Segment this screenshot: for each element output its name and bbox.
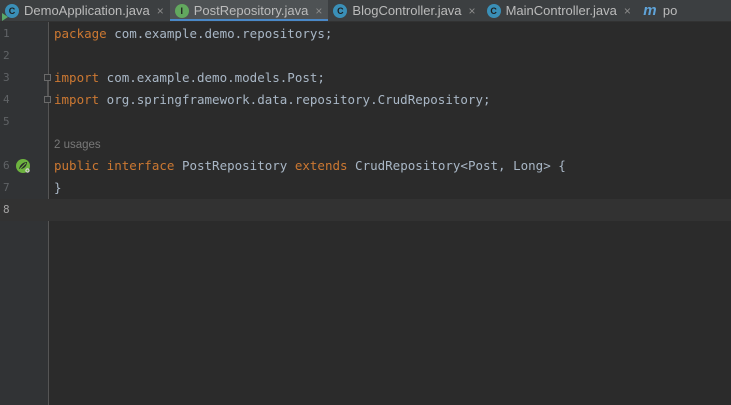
code-text: PostRepository <box>174 158 295 173</box>
code-text: com.example.demo.models.Post; <box>99 70 325 85</box>
tab-main-controller[interactable]: C MainController.java × <box>482 0 637 21</box>
close-icon[interactable]: × <box>469 4 476 18</box>
keyword: import <box>54 92 100 107</box>
run-badge-icon <box>2 12 8 21</box>
usages-inlay-hint[interactable]: 2 usages <box>54 134 101 156</box>
line-number: 1 <box>3 27 10 40</box>
code-line-package[interactable]: package com.example.demo.repositorys; <box>54 23 332 45</box>
java-interface-icon: I <box>174 3 189 18</box>
code-text: com.example.demo.repositorys; <box>106 26 333 41</box>
caret-row-highlight <box>0 199 731 221</box>
tab-post-repository[interactable]: I PostRepository.java × <box>169 0 329 21</box>
fold-marker-icon[interactable] <box>44 96 51 103</box>
keyword: public interface <box>54 158 175 173</box>
tab-label: MainController.java <box>505 3 617 18</box>
line-number: 2 <box>3 49 10 62</box>
editor-tab-bar: C DemoApplication.java × I PostRepositor… <box>0 0 731 22</box>
line-number: 5 <box>3 115 10 128</box>
fold-guide <box>47 81 48 96</box>
code-text: } <box>54 180 62 195</box>
code-line-interface-declaration[interactable]: public interface PostRepository extends … <box>54 155 566 177</box>
fold-marker-icon[interactable] <box>44 74 51 81</box>
tab-label: BlogController.java <box>352 3 462 18</box>
close-icon[interactable]: × <box>315 4 322 18</box>
code-text: org.springframework.data.repository.Crud… <box>99 92 491 107</box>
line-number: 4 <box>3 93 10 106</box>
tab-pom[interactable]: m po <box>637 0 683 21</box>
keyword: import <box>54 70 100 85</box>
line-number: 3 <box>3 71 10 84</box>
tab-demo-application[interactable]: C DemoApplication.java × <box>0 0 170 21</box>
java-class-icon: C <box>333 3 348 18</box>
line-number-current: 8 <box>3 203 10 216</box>
code-line-import[interactable]: import org.springframework.data.reposito… <box>54 89 491 111</box>
keyword: extends <box>294 158 348 173</box>
tab-label: DemoApplication.java <box>24 3 150 18</box>
code-line-closing-brace[interactable]: } <box>54 177 62 199</box>
tab-blog-controller[interactable]: C BlogController.java × <box>328 0 481 21</box>
keyword: package <box>54 26 107 41</box>
close-icon[interactable]: × <box>157 4 164 18</box>
spring-bean-icon[interactable] <box>15 158 31 174</box>
ide-window: C DemoApplication.java × I PostRepositor… <box>0 0 731 405</box>
tab-label: PostRepository.java <box>193 3 309 18</box>
java-class-icon: C <box>486 3 501 18</box>
code-line-import[interactable]: import com.example.demo.models.Post; <box>54 67 325 89</box>
java-class-run-icon: C <box>2 3 19 21</box>
code-text: CrudRepository<Post, Long> { <box>347 158 566 173</box>
line-number: 7 <box>3 181 10 194</box>
tab-label: po <box>662 3 678 18</box>
close-icon[interactable]: × <box>624 4 631 18</box>
maven-pom-icon: m <box>643 2 657 19</box>
